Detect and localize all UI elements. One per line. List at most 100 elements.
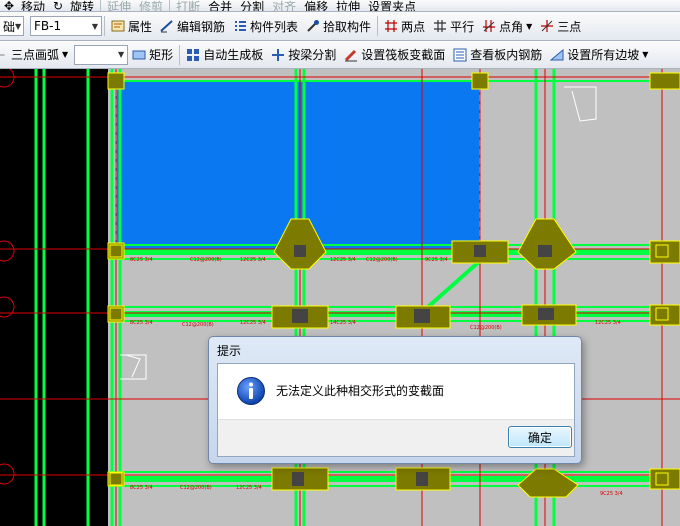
- offset-label: 偏移: [304, 0, 329, 12]
- view-rebar-icon: [453, 48, 467, 61]
- chevron-down-icon: ▼: [15, 21, 22, 31]
- stretch-button[interactable]: 拉伸: [332, 0, 364, 12]
- set-all-slopes-label: 设置所有边坡: [567, 48, 640, 62]
- dialog-footer: 确定: [218, 419, 574, 456]
- prompt-dialog: 提示 无法定义此种相交形式的变截面 确定: [208, 336, 582, 464]
- stretch-label: 拉伸: [336, 0, 361, 12]
- split-by-beam-label: 按梁分割: [288, 48, 337, 62]
- properties-button[interactable]: 属性: [107, 15, 156, 37]
- set-grip-button[interactable]: 设置夹点: [364, 0, 420, 12]
- parallel-label: 平行: [450, 19, 475, 34]
- point-angle-button[interactable]: 点角 ▼: [478, 15, 536, 37]
- split-label: 分割: [240, 0, 265, 12]
- rectangle-button[interactable]: 矩形: [128, 44, 177, 66]
- chevron-down-icon: ▼: [62, 50, 69, 59]
- move-button[interactable]: ✥ 移动: [0, 0, 49, 12]
- svg-text:C12@200(B): C12@200(B): [182, 322, 214, 328]
- layer-combo-value: 础: [3, 19, 16, 34]
- svg-text:C12@200(B): C12@200(B): [180, 485, 212, 491]
- svg-text:9C25 3/4: 9C25 3/4: [600, 491, 623, 497]
- chevron-down-icon: ▼: [118, 50, 125, 59]
- svg-text:8C25 3/4: 8C25 3/4: [130, 485, 153, 491]
- rotate-icon: ↻: [53, 0, 64, 12]
- toolbar-edit-row: ✥ 移动 ↻ 旋转 延伸 修剪 打断 合并 分割 对齐 偏移 拉伸 设置夹点: [0, 0, 680, 12]
- svg-text:9C25 3/4: 9C25 3/4: [425, 257, 448, 263]
- properties-label: 属性: [128, 19, 153, 34]
- separator: [377, 16, 379, 36]
- svg-text:8C25 3/4: 8C25 3/4: [130, 257, 153, 263]
- set-raft-section-label: 设置筏板变截面: [361, 48, 446, 62]
- view-rebar-button[interactable]: 查看板内钢筋: [449, 44, 546, 66]
- element-combo[interactable]: FB-1 ▼: [30, 16, 102, 36]
- svg-text:12C25 3/4: 12C25 3/4: [330, 257, 356, 263]
- rectangle-label: 矩形: [149, 48, 174, 62]
- svg-text:C12@200(B): C12@200(B): [190, 257, 222, 263]
- svg-text:12C25 3/4: 12C25 3/4: [240, 257, 266, 263]
- element-combo-value: FB-1: [34, 19, 62, 33]
- edit-rebar-label: 编辑钢筋: [177, 19, 226, 34]
- member-list-button[interactable]: 构件列表: [229, 15, 302, 37]
- toolbar-row-2: 三点画弧 ▼ ▼ 矩形 自动生成板 按梁分割 设置筏板变截面 查看板内钢筋 设置所…: [0, 41, 680, 69]
- svg-text:14C25 3/4: 14C25 3/4: [330, 320, 356, 326]
- trim-button[interactable]: 修剪: [135, 0, 167, 12]
- separator: [169, 0, 171, 11]
- properties-icon: [111, 20, 125, 32]
- align-label: 对齐: [272, 0, 297, 12]
- three-point-button[interactable]: 三点: [536, 15, 585, 37]
- dialog-message: 无法定义此种相交形式的变截面: [276, 384, 445, 398]
- offset-button[interactable]: 偏移: [300, 0, 332, 12]
- rectangle-icon: [132, 50, 146, 59]
- rotate-button[interactable]: ↻ 旋转: [49, 0, 98, 12]
- left-black-region: [0, 69, 108, 526]
- chevron-down-icon: ▼: [91, 21, 98, 31]
- extend-button[interactable]: 延伸: [103, 0, 135, 12]
- member-list-label: 构件列表: [250, 19, 299, 34]
- auto-generate-label: 自动生成板: [203, 48, 264, 62]
- split-by-beam-button[interactable]: 按梁分割: [267, 44, 340, 66]
- list-icon: [235, 21, 247, 31]
- blank-combo[interactable]: ▼: [74, 44, 129, 65]
- set-all-slopes-button[interactable]: 设置所有边坡 ▼: [546, 44, 652, 66]
- three-point-axis-icon: [541, 20, 554, 32]
- parallel-axis-icon: [434, 20, 447, 32]
- separator: [104, 16, 105, 36]
- separator: [100, 0, 102, 11]
- svg-text:8C25 3/4: 8C25 3/4: [130, 320, 153, 326]
- eyedropper-icon: [307, 20, 320, 32]
- point-angle-axis-icon: [483, 20, 496, 32]
- two-points-button[interactable]: 两点: [380, 15, 429, 37]
- trim-label: 修剪: [139, 0, 164, 12]
- toolbar-row-1: 础 ▼ FB-1 ▼ 属性 编辑钢筋 构件列表 拾取构件 两点 平行 点角 ▼ 三点: [0, 12, 680, 41]
- arc-mode-combo[interactable]: 三点画弧 ▼: [0, 44, 72, 66]
- merge-label: 合并: [208, 0, 233, 12]
- align-button[interactable]: 对齐: [268, 0, 300, 12]
- dialog-body: 无法定义此种相交形式的变截面 确定: [217, 363, 575, 457]
- edit-rebar-button[interactable]: 编辑钢筋: [156, 15, 229, 37]
- dialog-title: 提示: [217, 344, 242, 358]
- ok-button[interactable]: 确定: [508, 426, 572, 448]
- edit-rebar-icon: [160, 20, 173, 33]
- split-button[interactable]: 分割: [236, 0, 268, 12]
- layer-combo[interactable]: 础 ▼: [0, 16, 24, 36]
- slope-icon: [550, 48, 564, 60]
- break-button[interactable]: 打断: [172, 0, 204, 12]
- pick-member-label: 拾取构件: [323, 19, 372, 34]
- parallel-button[interactable]: 平行: [429, 15, 478, 37]
- set-grip-label: 设置夹点: [368, 0, 417, 12]
- arc-mode-label: 三点画弧: [11, 48, 60, 62]
- two-points-axis-icon: [385, 20, 398, 32]
- move-label: 移动: [21, 0, 46, 12]
- auto-generate-button[interactable]: 自动生成板: [182, 44, 267, 66]
- move-icon: ✥: [4, 0, 15, 12]
- extend-label: 延伸: [107, 0, 132, 12]
- set-raft-section-button[interactable]: 设置筏板变截面: [340, 44, 449, 66]
- svg-text:C12@200(B): C12@200(B): [366, 257, 398, 263]
- merge-button[interactable]: 合并: [204, 0, 236, 12]
- arc-icon: [0, 54, 5, 55]
- chevron-down-icon: ▼: [642, 50, 649, 59]
- break-label: 打断: [176, 0, 201, 12]
- chevron-down-icon: ▼: [526, 21, 533, 31]
- pick-member-button[interactable]: 拾取构件: [302, 15, 375, 37]
- separator: [179, 44, 181, 65]
- info-icon: [237, 377, 265, 405]
